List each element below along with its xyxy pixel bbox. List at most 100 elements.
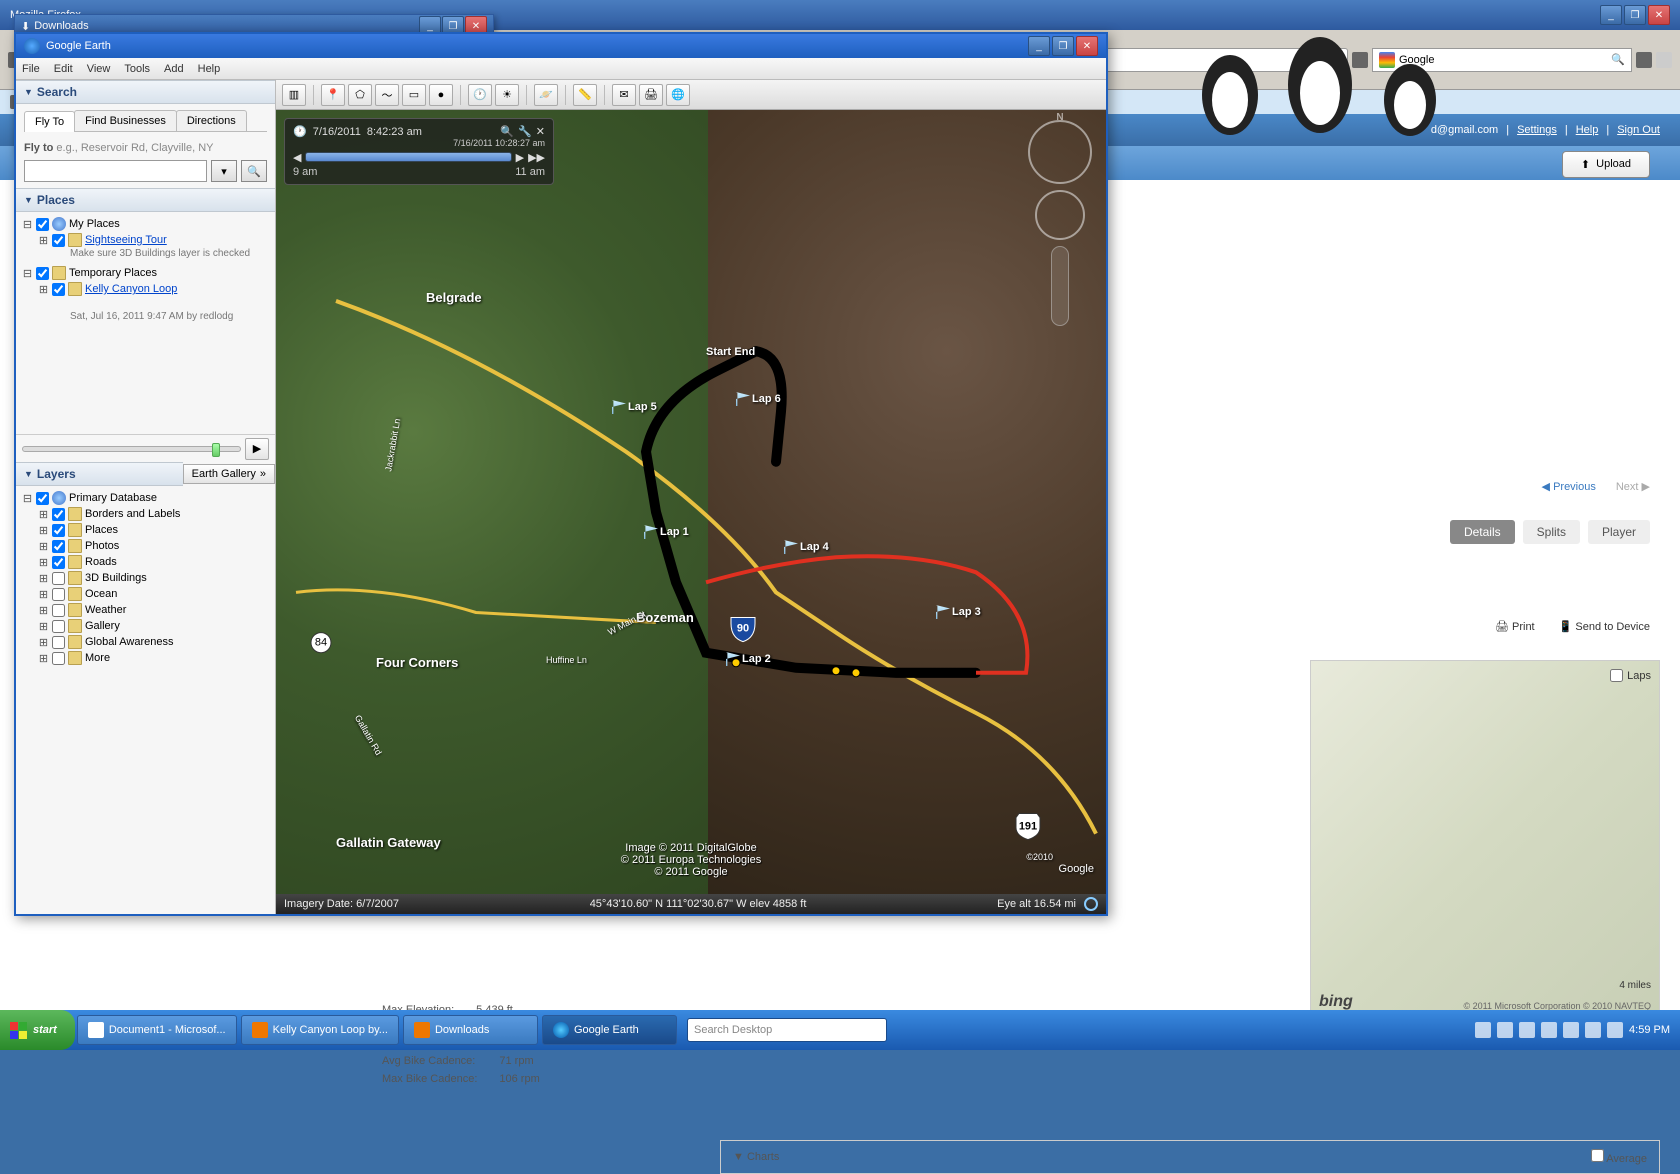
layer-checkbox[interactable] <box>52 508 65 521</box>
placemark-button[interactable]: 📍 <box>321 84 345 106</box>
menu-tools[interactable]: Tools <box>124 63 150 75</box>
settings-link[interactable]: Settings <box>1517 124 1557 136</box>
layers-panel-header[interactable]: Layers <box>16 462 183 486</box>
ge-3d-viewer[interactable]: 90 191 84 🕐 7/16/2011 8:42:23 am 🔍🔧✕ <box>276 110 1106 914</box>
ruler-button[interactable]: 📏 <box>573 84 597 106</box>
opacity-slider[interactable] <box>22 446 241 452</box>
taskbar-item[interactable]: Google Earth <box>542 1015 677 1045</box>
print-button[interactable]: 🖨 Print <box>1495 620 1535 633</box>
taskbar-item[interactable]: Kelly Canyon Loop by... <box>241 1015 399 1045</box>
tray-icon[interactable] <box>1541 1022 1557 1038</box>
email-button[interactable]: ✉ <box>612 84 636 106</box>
activity-mini-map[interactable]: Laps 4 miles © 2011 Microsoft Corporatio… <box>1310 660 1660 1020</box>
sidebar-toggle-button[interactable]: ▥ <box>282 84 306 106</box>
send-to-device-button[interactable]: 📱 Send to Device <box>1559 620 1650 633</box>
kelly-canyon-link[interactable]: Kelly Canyon Loop <box>85 283 177 295</box>
maximize-button[interactable]: ❐ <box>1624 5 1646 25</box>
print-button[interactable]: 🖨 <box>639 84 663 106</box>
clock[interactable]: 4:59 PM <box>1629 1024 1670 1036</box>
sightseeing-link[interactable]: Sightseeing Tour <box>85 234 167 246</box>
place-belgrade[interactable]: Belgrade <box>426 290 482 305</box>
place-four-corners[interactable]: Four Corners <box>376 655 458 670</box>
menu-add[interactable]: Add <box>164 63 184 75</box>
tray-icon[interactable] <box>1475 1022 1491 1038</box>
tray-icon[interactable] <box>1497 1022 1513 1038</box>
tab-player[interactable]: Player <box>1588 520 1650 544</box>
minimize-button[interactable]: _ <box>1028 36 1050 56</box>
taskbar-item[interactable]: Downloads <box>403 1015 538 1045</box>
layer-checkbox[interactable] <box>52 540 65 553</box>
layer-checkbox[interactable] <box>52 652 65 665</box>
tray-icon[interactable] <box>1563 1022 1579 1038</box>
tab-details[interactable]: Details <box>1450 520 1515 544</box>
ge-titlebar[interactable]: Google Earth _ ❐ ✕ <box>16 34 1106 58</box>
planet-button[interactable]: 🪐 <box>534 84 558 106</box>
tray-icon[interactable] <box>1519 1022 1535 1038</box>
play-tour-button[interactable]: ▶ <box>245 438 269 460</box>
temporary-checkbox[interactable] <box>36 267 49 280</box>
layer-item[interactable]: ⊞Global Awareness <box>38 634 269 650</box>
help-link[interactable]: Help <box>1576 124 1599 136</box>
layer-item[interactable]: ⊞Photos <box>38 538 269 554</box>
record-tour-button[interactable]: ● <box>429 84 453 106</box>
tab-flyto[interactable]: Fly To <box>24 111 75 132</box>
image-overlay-button[interactable]: ▭ <box>402 84 426 106</box>
layer-item[interactable]: ⊞Weather <box>38 602 269 618</box>
flyto-input[interactable] <box>24 160 207 182</box>
places-panel-header[interactable]: Places <box>16 188 275 212</box>
layer-checkbox[interactable] <box>52 588 65 601</box>
step-fwd-icon[interactable]: ▶ <box>516 151 524 164</box>
start-button[interactable]: start <box>0 1010 75 1050</box>
sightseeing-checkbox[interactable] <box>52 234 65 247</box>
layer-checkbox[interactable] <box>52 556 65 569</box>
earth-gallery-button[interactable]: Earth Gallery » <box>183 464 275 484</box>
path-button[interactable]: 〜 <box>375 84 399 106</box>
tab-find-businesses[interactable]: Find Businesses <box>74 110 177 131</box>
layer-checkbox[interactable] <box>52 604 65 617</box>
layer-item[interactable]: ⊞Roads <box>38 554 269 570</box>
desktop-search-input[interactable]: Search Desktop <box>687 1018 887 1042</box>
signout-link[interactable]: Sign Out <box>1617 124 1660 136</box>
zoom-out-time-icon[interactable]: 🔍 <box>500 125 514 138</box>
tab-directions[interactable]: Directions <box>176 110 247 131</box>
taskbar-item[interactable]: Document1 - Microsof... <box>77 1015 237 1045</box>
home-icon[interactable] <box>1636 52 1652 68</box>
clock-button[interactable]: 🕐 <box>468 84 492 106</box>
menu-edit[interactable]: Edit <box>54 63 73 75</box>
upload-button[interactable]: ⬆ Upload <box>1562 151 1650 178</box>
navigation-controls[interactable]: N <box>1024 120 1096 280</box>
tray-icon[interactable] <box>1607 1022 1623 1038</box>
layer-checkbox[interactable] <box>52 524 65 537</box>
time-slider[interactable]: 🕐 7/16/2011 8:42:23 am 🔍🔧✕ 7/16/2011 10:… <box>284 118 554 185</box>
layer-item[interactable]: ⊞Places <box>38 522 269 538</box>
search-magnify-icon[interactable]: 🔍 <box>1611 53 1625 66</box>
tray-icon[interactable] <box>1585 1022 1601 1038</box>
layer-checkbox[interactable] <box>52 620 65 633</box>
play-icon[interactable]: ▶▶ <box>528 151 545 164</box>
search-button[interactable]: 🔍 <box>241 160 267 182</box>
next-link[interactable]: Next ▶ <box>1616 480 1650 493</box>
wrench-icon[interactable]: 🔧 <box>518 125 532 138</box>
myplaces-checkbox[interactable] <box>36 218 49 231</box>
layer-item[interactable]: ⊞Ocean <box>38 586 269 602</box>
close-button[interactable]: ✕ <box>1076 36 1098 56</box>
history-dropdown-button[interactable]: ▾ <box>211 160 237 182</box>
layer-item[interactable]: ⊞More <box>38 650 269 666</box>
seo-icon[interactable] <box>1656 52 1672 68</box>
tab-splits[interactable]: Splits <box>1523 520 1580 544</box>
place-gallatin-gateway[interactable]: Gallatin Gateway <box>336 835 441 850</box>
sun-button[interactable]: ☀ <box>495 84 519 106</box>
close-button[interactable]: ✕ <box>1648 5 1670 25</box>
step-back-icon[interactable]: ◀ <box>293 151 301 164</box>
layer-checkbox[interactable] <box>52 636 65 649</box>
laps-checkbox[interactable] <box>1610 669 1623 682</box>
search-panel-header[interactable]: Search <box>16 80 275 104</box>
previous-link[interactable]: ◀ Previous <box>1542 480 1596 493</box>
menu-view[interactable]: View <box>87 63 111 75</box>
menu-file[interactable]: File <box>22 63 40 75</box>
layer-item[interactable]: ⊞Gallery <box>38 618 269 634</box>
view-in-maps-button[interactable]: 🌐 <box>666 84 690 106</box>
maximize-button[interactable]: ❐ <box>1052 36 1074 56</box>
menu-help[interactable]: Help <box>198 63 221 75</box>
time-track[interactable] <box>305 152 511 162</box>
